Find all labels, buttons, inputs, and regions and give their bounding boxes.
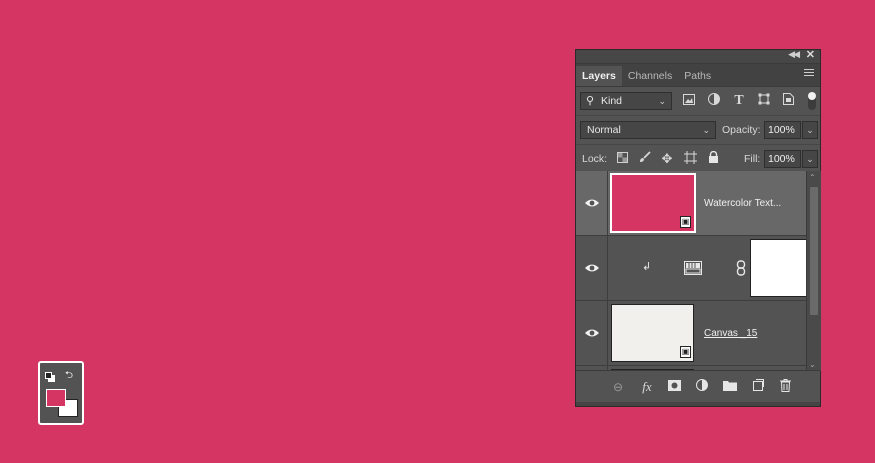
opacity-field[interactable]: 100%	[764, 121, 801, 139]
filter-adjustment-icon[interactable]	[706, 93, 722, 109]
lock-artboard-icon[interactable]	[682, 151, 698, 167]
layers-bottom-toolbar: ⊖ fx	[576, 370, 820, 406]
tab-paths[interactable]: Paths	[678, 66, 717, 86]
scrollbar-thumb[interactable]	[810, 187, 818, 315]
tab-layers[interactable]: Layers	[576, 66, 622, 86]
filter-kind-label: Kind	[601, 95, 623, 107]
visibility-column-divider	[607, 171, 608, 235]
visibility-eye-icon[interactable]	[584, 197, 600, 209]
lock-move-icon[interactable]: ✥	[659, 151, 675, 167]
new-adjustment-layer-icon[interactable]	[694, 379, 710, 395]
panel-header-bar: ◀◀ ✕	[576, 48, 820, 64]
panel-tabs: Layers Channels Paths	[576, 64, 820, 87]
chevron-down-icon: ⌄	[702, 125, 710, 135]
scroll-down-icon[interactable]: ⌄	[809, 360, 816, 369]
filter-type-icon[interactable]: T	[731, 93, 747, 109]
collapse-panel-icon[interactable]: ◀◀	[788, 49, 800, 60]
visibility-column-divider	[607, 301, 608, 365]
visibility-eye-icon[interactable]	[584, 327, 600, 339]
new-group-folder-icon[interactable]	[722, 379, 738, 395]
layers-list: ▣ Watercolor Text... ↲ ▣ Canvas _15	[576, 171, 806, 371]
layer-mask-thumbnail[interactable]	[750, 239, 806, 297]
filter-kind-select[interactable]: ⚲ Kind ⌄	[580, 92, 672, 110]
filter-toggle[interactable]	[808, 92, 816, 110]
visibility-column-divider	[607, 236, 608, 300]
filter-smartobject-icon[interactable]	[780, 93, 796, 109]
layer-row-gradient-map[interactable]: ↲	[576, 236, 806, 301]
link-chain-icon[interactable]	[736, 260, 746, 276]
fill-field[interactable]: 100%	[764, 150, 801, 168]
scroll-up-icon[interactable]: ⌃	[809, 173, 816, 182]
close-panel-icon[interactable]: ✕	[806, 48, 815, 61]
lock-row: Lock: ✥ Fill: 100% ⌄	[576, 145, 820, 174]
fill-label: Fill:	[744, 153, 761, 165]
smart-object-icon: ▣	[680, 216, 691, 228]
tab-channels[interactable]: Channels	[622, 66, 678, 86]
opacity-dropdown-button[interactable]: ⌄	[802, 121, 818, 139]
visibility-eye-icon[interactable]	[584, 262, 600, 274]
search-icon: ⚲	[586, 95, 595, 107]
smart-object-icon: ▣	[680, 346, 691, 358]
filter-row: ⚲ Kind ⌄ T	[576, 87, 820, 116]
filter-pixel-icon[interactable]	[681, 93, 697, 109]
new-layer-icon[interactable]	[750, 379, 766, 395]
panel-menu-icon[interactable]	[804, 69, 814, 79]
layers-panel: ◀◀ ✕ Layers Channels Paths ⚲ Kind ⌄ T No…	[575, 49, 821, 407]
swap-colors-icon[interactable]: ⮌	[65, 368, 73, 385]
blend-mode-label: Normal	[587, 124, 621, 136]
color-swatch-widget: ⮌	[38, 361, 84, 425]
lock-paint-brush-icon[interactable]	[637, 151, 653, 167]
lock-all-icon[interactable]	[705, 150, 721, 167]
fill-dropdown-button[interactable]: ⌄	[802, 150, 818, 168]
add-mask-icon[interactable]	[666, 379, 682, 395]
blend-row: Normal ⌄ Opacity: 100% ⌄	[576, 116, 820, 145]
clipping-arrow-icon: ↲	[642, 261, 652, 273]
blend-mode-select[interactable]: Normal ⌄	[580, 121, 716, 139]
layer-row-canvas[interactable]: ▣ Canvas _15	[576, 301, 806, 366]
chevron-down-icon: ⌄	[658, 96, 666, 106]
gradient-map-icon	[684, 261, 702, 275]
default-colors-icon[interactable]	[45, 372, 55, 382]
layer-row-watercolor-text[interactable]: ▣ Watercolor Text...	[576, 171, 806, 236]
filter-shape-icon[interactable]	[756, 93, 772, 109]
trash-icon[interactable]	[777, 379, 793, 395]
panel-resize-grip[interactable]	[576, 402, 820, 406]
fx-icon[interactable]: fx	[639, 379, 655, 395]
layer-name[interactable]: Canvas _15	[704, 328, 757, 339]
lock-label: Lock:	[582, 153, 608, 165]
foreground-color-swatch[interactable]	[46, 389, 66, 407]
layer-name[interactable]: Watercolor Text...	[704, 198, 781, 209]
layers-scrollbar[interactable]: ⌃ ⌄	[806, 171, 821, 371]
link-layers-icon[interactable]: ⊖	[610, 379, 626, 395]
lock-transparent-icon[interactable]	[614, 151, 630, 167]
opacity-label: Opacity:	[722, 124, 761, 136]
